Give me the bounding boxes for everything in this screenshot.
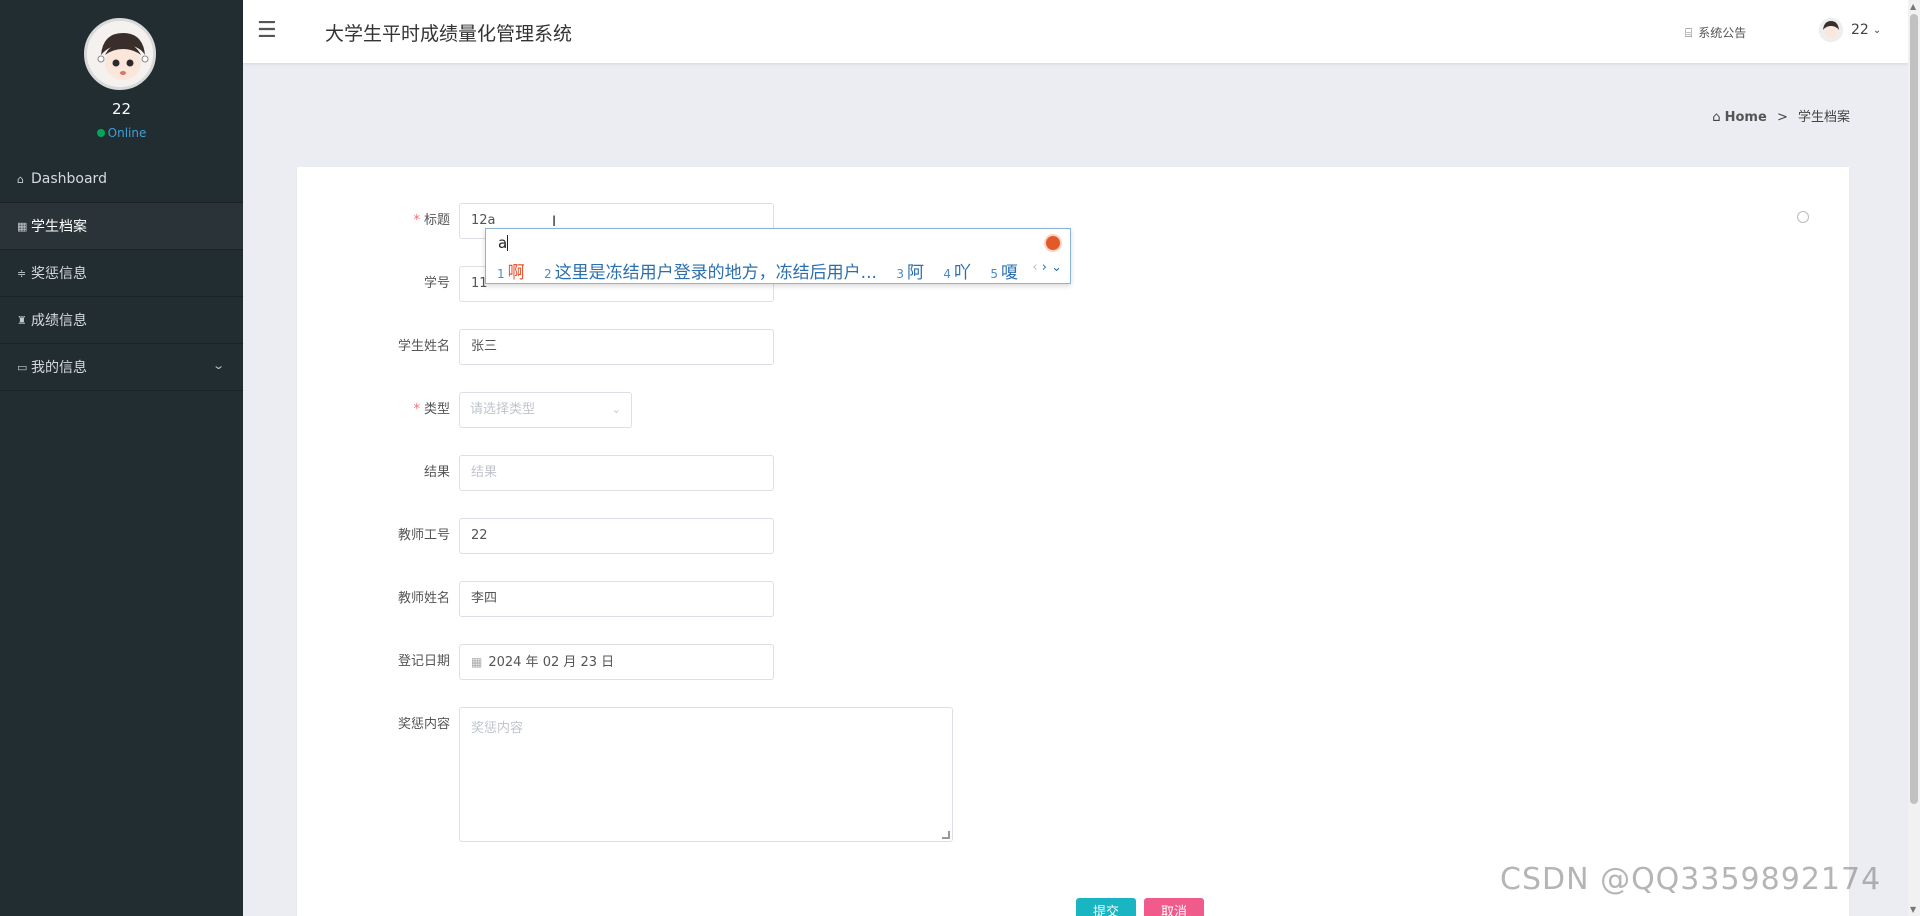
- sidebar: 22 Online ⌂ Dashboard ▦ 学生档案 ≑ 奖惩信息 ♜ 成绩…: [0, 0, 243, 916]
- calendar-icon: ▦: [471, 655, 483, 669]
- ime-candidate[interactable]: 4吖: [943, 263, 971, 283]
- form-row-result: 结果 结果: [297, 455, 797, 491]
- type-label: * 类型: [413, 402, 450, 417]
- form-row-content: 奖惩内容 奖惩内容: [297, 707, 997, 843]
- caret-down-icon: ⌄: [1872, 24, 1882, 36]
- header-avatar: [1819, 18, 1843, 42]
- text-cursor: [507, 235, 509, 251]
- sidebar-item-rewards[interactable]: ≑ 奖惩信息: [0, 250, 243, 297]
- home-icon: ⌂: [17, 172, 24, 186]
- ime-logo-icon: [1044, 234, 1062, 252]
- required-mark: *: [413, 402, 420, 417]
- online-label: Online: [107, 126, 147, 140]
- ime-candidates: 1啊 2 这里是冻结用户登录的地方，冻结后用户... 3阿 4吖 5嗄: [497, 258, 1032, 283]
- student-no-label: 学号: [423, 276, 450, 291]
- home-icon: ⌂: [1712, 110, 1721, 125]
- grid-icon: ▦: [17, 219, 28, 233]
- breadcrumb-current: 学生档案: [1797, 110, 1850, 125]
- user-avatar[interactable]: [84, 18, 156, 90]
- ime-candidate[interactable]: 1啊: [497, 263, 525, 283]
- system-title: 大学生平时成绩量化管理系统: [325, 23, 573, 45]
- ime-candidate[interactable]: 3阿: [896, 263, 924, 283]
- ime-nav: ‹ › ⌄: [1032, 260, 1062, 275]
- header-username: 22: [1851, 22, 1869, 38]
- date-label: 登记日期: [397, 654, 450, 669]
- sidebar-item-student-archive[interactable]: ▦ 学生档案: [0, 203, 243, 250]
- watermark: CSDN @QQ3359892174: [1500, 862, 1882, 897]
- date-picker[interactable]: ▦ 2024 年 02 月 23 日: [459, 644, 774, 680]
- submit-button[interactable]: 提交: [1076, 898, 1136, 916]
- notice-icon: ⌸: [1685, 26, 1693, 40]
- teacher-no-label: 教师工号: [397, 528, 450, 543]
- online-dot-icon: [96, 129, 105, 137]
- ime-candidate[interactable]: 2 这里是冻结用户登录的地方，冻结后用户...: [544, 263, 877, 283]
- sidebar-username: 22: [111, 100, 132, 118]
- ime-candidate[interactable]: 5嗄: [990, 263, 1018, 283]
- scroll-up-icon[interactable]: ▲: [1910, 2, 1916, 11]
- text-cursor-icon: I: [552, 214, 557, 230]
- teacher-name-input[interactable]: 李四: [459, 581, 774, 617]
- sidebar-item-label: 奖惩信息: [31, 266, 87, 282]
- sliders-icon: ≑: [17, 266, 27, 280]
- system-notice-link[interactable]: ⌸ 系统公告: [1685, 24, 1746, 41]
- breadcrumb: ⌂ Home > 学生档案: [1712, 106, 1850, 125]
- required-mark: *: [413, 213, 420, 228]
- online-status: Online: [0, 126, 243, 140]
- scroll-down-icon[interactable]: ▼: [1910, 905, 1916, 914]
- sidebar-item-dashboard[interactable]: ⌂ Dashboard: [0, 156, 243, 203]
- chevron-down-icon: ⌄: [211, 359, 225, 372]
- cancel-button[interactable]: 取消: [1144, 898, 1204, 916]
- sidebar-item-label: Dashboard: [31, 171, 107, 187]
- sidebar-item-grades[interactable]: ♜ 成绩信息: [0, 297, 243, 344]
- sidebar-item-my-info[interactable]: ▭ 我的信息 ⌄: [0, 344, 243, 391]
- chevron-down-icon: ⌄: [611, 403, 621, 416]
- result-input[interactable]: 结果: [459, 455, 774, 491]
- header-user-menu[interactable]: 22 ⌄: [1819, 18, 1881, 42]
- scrollbar-thumb[interactable]: [1910, 14, 1918, 804]
- page-scrollbar[interactable]: ▲ ▼: [1908, 0, 1920, 916]
- sidebar-item-label: 学生档案: [31, 219, 87, 235]
- ime-next-icon[interactable]: ›: [1042, 260, 1047, 275]
- teacher-no-input[interactable]: 22: [459, 518, 774, 554]
- result-label: 结果: [423, 465, 450, 480]
- form-row-type: * 类型 请选择类型 ⌄: [297, 392, 797, 428]
- trophy-icon: ♜: [17, 313, 27, 327]
- form-row-teacher-name: 教师姓名 李四: [297, 581, 797, 617]
- date-value: 2024 年 02 月 23 日: [488, 655, 615, 670]
- ime-prev-icon[interactable]: ‹: [1032, 260, 1037, 275]
- teacher-name-label: 教师姓名: [397, 591, 450, 606]
- content-label: 奖惩内容: [397, 717, 450, 732]
- ime-candidate-popup: a 1啊 2 这里是冻结用户登录的地方，冻结后用户... 3阿 4吖 5嗄 ‹ ›…: [485, 228, 1071, 284]
- top-header: ☰ 大学生平时成绩量化管理系统 ⌸ 系统公告 22 ⌄: [243, 0, 1908, 63]
- resize-grip-icon[interactable]: [942, 831, 950, 839]
- form-row-teacher-no: 教师工号 22: [297, 518, 797, 554]
- student-name-label: 学生姓名: [397, 339, 450, 354]
- ime-composition: a: [498, 234, 509, 252]
- type-placeholder: 请选择类型: [470, 402, 536, 417]
- form-row-student-name: 学生姓名 张三: [297, 329, 797, 365]
- card-icon: ▭: [17, 360, 28, 374]
- menu-toggle-icon[interactable]: ☰: [257, 18, 277, 43]
- content-placeholder: 奖惩内容: [471, 721, 524, 736]
- breadcrumb-home[interactable]: Home: [1725, 110, 1767, 125]
- sidebar-item-label: 成绩信息: [31, 313, 87, 329]
- breadcrumb-separator: >: [1776, 110, 1788, 125]
- title-label: * 标题: [413, 213, 450, 228]
- student-name-input[interactable]: 张三: [459, 329, 774, 365]
- clock-icon: [1797, 211, 1809, 223]
- type-select[interactable]: 请选择类型 ⌄: [459, 392, 632, 428]
- sidebar-menu: ⌂ Dashboard ▦ 学生档案 ≑ 奖惩信息 ♜ 成绩信息 ▭ 我的信息 …: [0, 156, 243, 391]
- ime-expand-icon[interactable]: ⌄: [1051, 260, 1062, 275]
- sidebar-item-label: 我的信息: [31, 360, 87, 376]
- content-textarea[interactable]: 奖惩内容: [459, 707, 953, 842]
- form-row-date: 登记日期 ▦ 2024 年 02 月 23 日: [297, 644, 797, 680]
- notice-label: 系统公告: [1698, 26, 1747, 40]
